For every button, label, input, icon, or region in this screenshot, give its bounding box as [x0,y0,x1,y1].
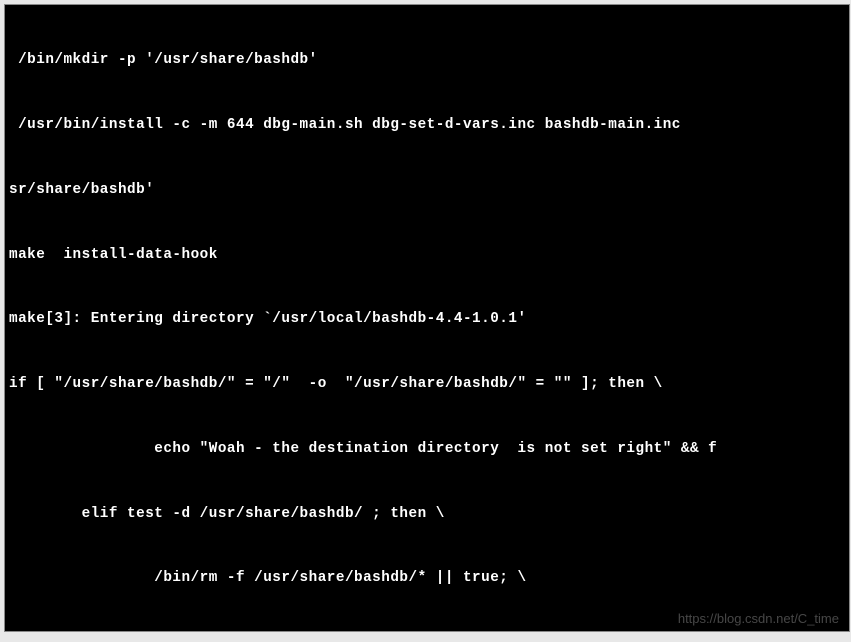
terminal-line: if [ "/usr/share/bashdb/" = "/" -o "/usr… [9,374,845,396]
terminal-line: elif test -d /usr/share/bashdb/ ; then \ [9,504,845,526]
watermark-text: https://blog.csdn.net/C_time [678,611,839,626]
terminal-line: make[3]: Entering directory `/usr/local/… [9,309,845,331]
terminal-line: /usr/bin/install -c -m 644 dbg-main.sh d… [9,115,845,137]
terminal-line: sr/share/bashdb' [9,180,845,202]
terminal-line: /bin/mkdir -p '/usr/share/bashdb' [9,50,845,72]
terminal-line: /bin/rm -f /usr/share/bashdb/* || true; … [9,568,845,590]
terminal-line: echo "Woah - the destination directory i… [9,439,845,461]
terminal-line: make install-data-hook [9,245,845,267]
terminal-window[interactable]: /bin/mkdir -p '/usr/share/bashdb' /usr/b… [4,4,850,632]
